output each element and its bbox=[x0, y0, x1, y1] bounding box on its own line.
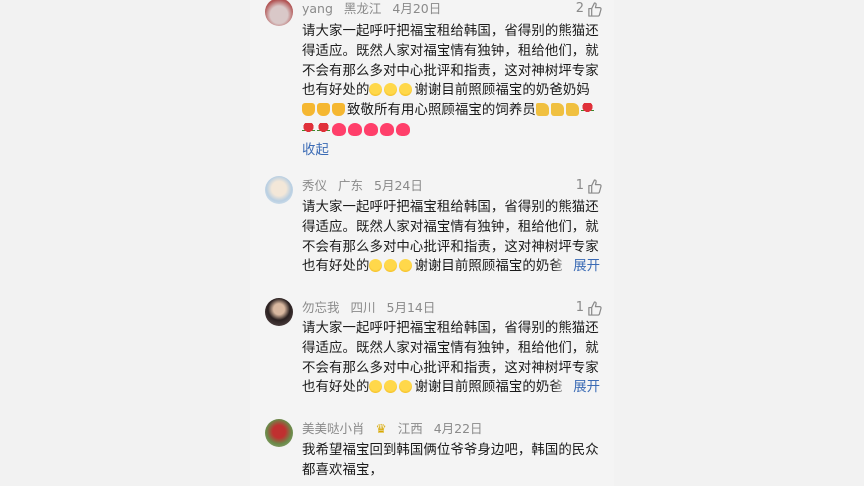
laugh-emoji-icon bbox=[369, 380, 383, 394]
laugh-emoji-icon bbox=[384, 380, 398, 394]
username[interactable]: yang bbox=[302, 1, 333, 16]
comment-text: 我希望福宝回到韩国俩位爷爷身边吧，韩国的民众 都喜欢福宝， bbox=[302, 443, 599, 478]
avatar[interactable] bbox=[265, 419, 293, 447]
laugh-emoji-icon bbox=[399, 380, 413, 394]
thumbs-up-emoji-icon bbox=[535, 103, 549, 117]
laugh-emoji-icon bbox=[399, 259, 413, 273]
thumbs-up-icon bbox=[587, 178, 602, 194]
heart-emoji-icon bbox=[348, 122, 362, 136]
thumbs-up-icon bbox=[587, 1, 602, 17]
comment-date: 4月20日 bbox=[392, 1, 442, 16]
thumbs-up-icon bbox=[587, 300, 602, 316]
region: 广东 bbox=[338, 178, 364, 193]
like-count: 1 bbox=[575, 178, 584, 193]
like-count: 2 bbox=[575, 1, 584, 16]
heart-emoji-icon bbox=[332, 122, 346, 136]
comment-list: yang 黑龙江 4月20日 2 请大家一起呼吁把福宝租给韩国，省得别的熊猫还 … bbox=[250, 0, 614, 486]
heart-emoji-icon bbox=[396, 122, 410, 136]
like-button[interactable]: 1 bbox=[576, 300, 602, 316]
like-button[interactable]: 2 bbox=[576, 1, 602, 17]
like-button[interactable]: 1 bbox=[576, 178, 602, 194]
rose-emoji-icon bbox=[302, 122, 315, 136]
region: 黑龙江 bbox=[343, 1, 382, 16]
avatar[interactable] bbox=[265, 176, 293, 204]
clap-emoji-icon bbox=[302, 103, 315, 117]
region: 四川 bbox=[350, 300, 376, 315]
laugh-emoji-icon bbox=[369, 259, 383, 273]
comment-date: 5月24日 bbox=[374, 178, 423, 193]
username[interactable]: 美美哒小肖 bbox=[302, 421, 365, 436]
comment-date: 4月22日 bbox=[433, 421, 483, 436]
username[interactable]: 秀仪 bbox=[302, 178, 327, 193]
thumbs-up-emoji-icon bbox=[550, 103, 564, 117]
laugh-emoji-icon bbox=[399, 83, 413, 97]
expand-link[interactable]: 展开 bbox=[553, 257, 600, 277]
comment-date: 5月14日 bbox=[386, 300, 436, 315]
collapse-link[interactable]: 收起 bbox=[302, 141, 604, 161]
clap-emoji-icon bbox=[332, 103, 345, 117]
crown-badge-icon: ♛ bbox=[375, 421, 387, 436]
region: 江西 bbox=[397, 421, 423, 436]
avatar[interactable] bbox=[265, 298, 293, 326]
avatar[interactable] bbox=[265, 0, 293, 26]
expand-link[interactable]: 展开 bbox=[553, 378, 600, 398]
heart-emoji-icon bbox=[380, 122, 394, 136]
rose-emoji-icon bbox=[317, 122, 330, 136]
laugh-emoji-icon bbox=[369, 83, 383, 97]
clap-emoji-icon bbox=[317, 103, 330, 117]
heart-emoji-icon bbox=[364, 122, 378, 136]
rose-emoji-icon bbox=[580, 103, 594, 117]
like-count: 1 bbox=[575, 300, 584, 315]
comment-text: 请大家一起呼吁把福宝租给韩国，省得别的熊猫还 得适应。既然人家对福宝情有独钟，租… bbox=[302, 22, 604, 161]
laugh-emoji-icon bbox=[384, 83, 398, 97]
laugh-emoji-icon bbox=[384, 259, 398, 273]
thumbs-up-emoji-icon bbox=[565, 103, 579, 117]
username[interactable]: 勿忘我 bbox=[302, 300, 340, 315]
